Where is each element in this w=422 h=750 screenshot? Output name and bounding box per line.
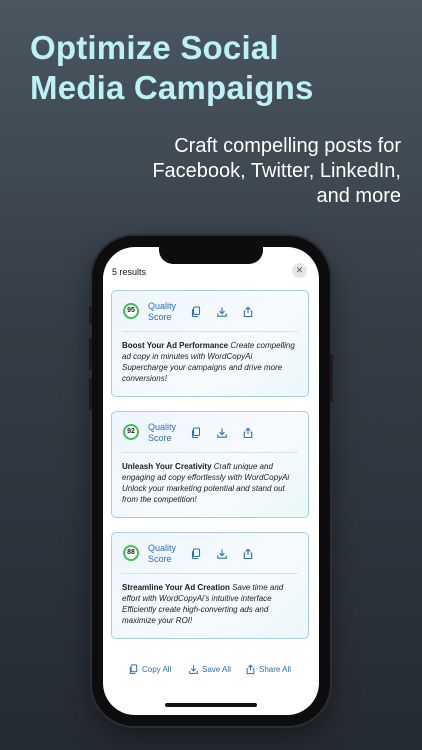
share-icon	[246, 664, 255, 675]
quality-score-label: Quality Score	[148, 543, 192, 565]
download-icon	[217, 549, 227, 559]
phone-notch	[159, 247, 263, 264]
quality-score-label-line-1: Quality	[148, 543, 177, 553]
quality-score-label-line-1: Quality	[148, 301, 177, 311]
promo-headline: Optimize Social Media Campaigns	[30, 28, 410, 108]
share-all-label: Share All	[259, 665, 292, 674]
copy-button[interactable]	[190, 548, 202, 560]
copy-all-label: Copy All	[142, 665, 172, 674]
share-icon	[243, 427, 253, 439]
share-button[interactable]	[242, 306, 254, 318]
promo-sub-line-2: Facebook, Twitter, LinkedIn,	[152, 160, 401, 182]
phone-mute-switch	[89, 306, 92, 324]
quality-score-label-line-1: Quality	[148, 422, 177, 432]
download-icon	[217, 428, 227, 438]
save-all-label: Save All	[202, 665, 231, 674]
quality-score-badge: 95	[123, 303, 139, 319]
card-divider	[122, 452, 298, 453]
bulk-actions-bar: Copy All Save All Share All	[103, 664, 319, 678]
card-title: Unleash Your Creativity	[122, 462, 212, 471]
phone-screen: 5 results ✕ 95 Quality Score Boost Your …	[103, 247, 319, 715]
copy-icon	[129, 664, 138, 675]
save-button[interactable]	[216, 427, 228, 439]
quality-score-label-line-2: Score	[148, 554, 172, 564]
share-button[interactable]	[242, 427, 254, 439]
promo-headline-line-2: Media Campaigns	[30, 69, 314, 106]
quality-score-label: Quality Score	[148, 301, 192, 323]
card-title: Streamline Your Ad Creation	[122, 583, 230, 592]
promo-sub-line-3: and more	[316, 185, 402, 207]
card-header: 88 Quality Score	[112, 533, 308, 573]
save-button[interactable]	[216, 306, 228, 318]
card-divider	[122, 573, 298, 574]
phone-frame: 5 results ✕ 95 Quality Score Boost Your …	[89, 236, 333, 726]
card-text: Boost Your Ad Performance Create compell…	[122, 340, 300, 384]
promo-sub-line-1: Craft compelling posts for	[174, 135, 401, 157]
promo-headline-line-1: Optimize Social	[30, 29, 279, 66]
quality-score-label-line-2: Score	[148, 433, 172, 443]
download-icon	[217, 307, 227, 317]
quality-score-badge: 92	[123, 424, 139, 440]
result-card-3[interactable]: 88 Quality Score Streamline Your Ad Crea…	[111, 532, 309, 639]
copy-button[interactable]	[190, 306, 202, 318]
quality-score-label-line-2: Score	[148, 312, 172, 322]
card-header: 92 Quality Score	[112, 412, 308, 452]
result-card-2[interactable]: 92 Quality Score Unleash Your Creativity…	[111, 411, 309, 518]
phone-power-button	[330, 354, 333, 402]
phone-volume-down	[89, 378, 92, 410]
save-button[interactable]	[216, 548, 228, 560]
promo-subheadline: Craft compelling posts for Facebook, Twi…	[101, 134, 401, 209]
share-button[interactable]	[242, 548, 254, 560]
share-icon	[243, 306, 253, 318]
card-header: 95 Quality Score	[112, 291, 308, 331]
quality-score-label: Quality Score	[148, 422, 192, 444]
phone-volume-up	[89, 338, 92, 370]
card-title: Boost Your Ad Performance	[122, 341, 229, 350]
close-button[interactable]: ✕	[292, 263, 307, 278]
copy-button[interactable]	[190, 427, 202, 439]
close-icon: ✕	[295, 265, 304, 275]
download-icon	[189, 665, 198, 674]
results-count: 5 results	[112, 267, 147, 277]
home-indicator	[165, 703, 257, 707]
copy-icon	[191, 548, 201, 560]
share-icon	[243, 548, 253, 560]
card-text: Streamline Your Ad Creation Save time an…	[122, 582, 300, 626]
copy-icon	[191, 427, 201, 439]
card-divider	[122, 331, 298, 332]
result-card-1[interactable]: 95 Quality Score Boost Your Ad Performan…	[111, 290, 309, 397]
copy-icon	[191, 306, 201, 318]
card-text: Unleash Your Creativity Craft unique and…	[122, 461, 300, 505]
quality-score-badge: 88	[123, 545, 139, 561]
